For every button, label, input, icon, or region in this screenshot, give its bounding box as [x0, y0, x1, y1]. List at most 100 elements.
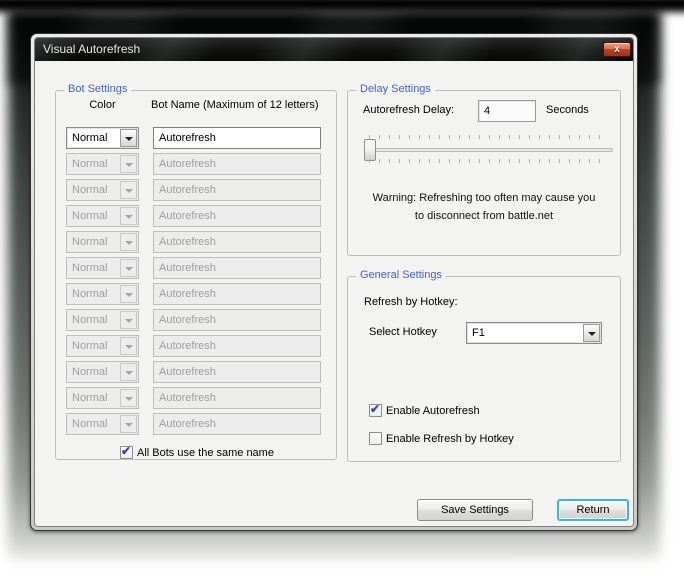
- bot-color-dropdown-button: [120, 285, 137, 303]
- bot-row: Normal: [66, 153, 326, 175]
- chevron-down-icon: [125, 371, 133, 375]
- enable-refresh-hotkey-checkbox[interactable]: ✔: [369, 432, 382, 445]
- all-bots-same-name-label: All Bots use the same name: [137, 447, 274, 459]
- bot-color-value: Normal: [72, 418, 108, 430]
- hotkey-value: F1: [472, 327, 485, 339]
- bot-rows: Normal Normal Normal: [66, 127, 326, 439]
- close-button[interactable]: x: [603, 42, 631, 57]
- screen: Visual Autorefresh x Bot Settings Color …: [0, 0, 684, 575]
- warning-text-line2: to disconnect from battle.net: [414, 210, 554, 222]
- bot-row: Normal: [66, 127, 326, 149]
- bot-color-value: Normal: [72, 262, 108, 274]
- general-settings-group: General Settings Refresh by Hotkey: Sele…: [347, 269, 621, 462]
- bot-color-value: Normal: [72, 184, 108, 196]
- bot-color-select: Normal: [66, 257, 139, 279]
- bot-color-value: Normal: [72, 236, 108, 248]
- dialog-client-area: Bot Settings Color Bot Name (Maximum of …: [35, 61, 633, 526]
- select-hotkey-label: Select Hotkey: [369, 326, 437, 338]
- bot-row: Normal: [66, 179, 326, 201]
- chevron-down-icon: [125, 215, 133, 219]
- bot-color-dropdown-button: [120, 181, 137, 199]
- bot-color-select: Normal: [66, 205, 139, 227]
- bot-row: Normal: [66, 231, 326, 253]
- bot-color-select: Normal: [66, 309, 139, 331]
- bot-color-dropdown-button: [120, 337, 137, 355]
- bot-color-dropdown-button: [120, 389, 137, 407]
- chevron-down-icon: [125, 137, 133, 141]
- bot-name-input: [153, 231, 321, 253]
- bot-color-value: Normal: [72, 210, 108, 222]
- background-top-band: [0, 0, 684, 12]
- delay-settings-legend: Delay Settings: [356, 83, 435, 95]
- window-title: Visual Autorefresh: [43, 42, 141, 56]
- bot-color-dropdown-button: [120, 363, 137, 381]
- warning-text-line1: Warning: Refreshing too often may cause …: [372, 192, 596, 204]
- hotkey-select[interactable]: F1: [466, 322, 602, 344]
- enable-autorefresh-label: Enable Autorefresh: [386, 405, 480, 417]
- bot-name-input[interactable]: [153, 127, 321, 149]
- bot-color-value: Normal: [72, 392, 108, 404]
- bot-color-dropdown-button: [120, 415, 137, 433]
- bot-color-select: Normal: [66, 335, 139, 357]
- slider-track[interactable]: [368, 148, 613, 152]
- bot-settings-group: Bot Settings Color Bot Name (Maximum of …: [55, 83, 337, 460]
- bot-name-input: [153, 413, 321, 435]
- bot-color-value: Normal: [72, 366, 108, 378]
- bot-name-input: [153, 309, 321, 331]
- hotkey-dropdown-button[interactable]: [583, 324, 600, 342]
- bot-color-select: Normal: [66, 387, 139, 409]
- bot-color-value: Normal: [72, 288, 108, 300]
- delay-value-input[interactable]: [478, 100, 536, 122]
- bot-name-input: [153, 257, 321, 279]
- chevron-down-icon: [125, 345, 133, 349]
- close-icon: x: [614, 44, 620, 55]
- bot-color-dropdown-button: [120, 207, 137, 225]
- bot-color-select[interactable]: Normal: [66, 127, 139, 149]
- bot-row: Normal: [66, 361, 326, 383]
- bot-color-value: Normal: [72, 158, 108, 170]
- delay-slider[interactable]: [361, 133, 613, 167]
- general-settings-legend: General Settings: [356, 269, 446, 281]
- title-bar[interactable]: Visual Autorefresh x: [35, 38, 633, 61]
- bot-color-dropdown-button: [120, 259, 137, 277]
- chevron-down-icon: [125, 267, 133, 271]
- bot-color-dropdown-button[interactable]: [120, 129, 137, 147]
- bot-color-dropdown-button: [120, 233, 137, 251]
- bot-row: Normal: [66, 205, 326, 227]
- bot-row: Normal: [66, 335, 326, 357]
- return-button[interactable]: Return: [557, 499, 629, 521]
- save-settings-button[interactable]: Save Settings: [417, 499, 533, 521]
- enable-autorefresh-checkbox[interactable]: ✔: [369, 402, 382, 417]
- bot-row: Normal: [66, 283, 326, 305]
- slider-thumb[interactable]: [364, 139, 376, 161]
- bot-color-select: Normal: [66, 361, 139, 383]
- bot-name-input: [153, 361, 321, 383]
- bot-color-select: Normal: [66, 413, 139, 435]
- check-icon: ✔: [121, 444, 132, 458]
- bot-name-input: [153, 179, 321, 201]
- bot-name-input: [153, 205, 321, 227]
- delay-settings-group: Delay Settings Autorefresh Delay: Second…: [347, 83, 621, 256]
- slider-ticks-top: [369, 135, 609, 139]
- bot-name-input: [153, 283, 321, 305]
- bot-color-value: Normal: [72, 314, 108, 326]
- bot-color-select: Normal: [66, 179, 139, 201]
- bot-name-column-header: Bot Name (Maximum of 12 letters): [151, 99, 319, 111]
- color-column-header: Color: [89, 99, 116, 111]
- bot-color-select: Normal: [66, 153, 139, 175]
- all-bots-same-name-checkbox[interactable]: ✔: [120, 444, 133, 459]
- bot-row: Normal: [66, 387, 326, 409]
- visual-autorefresh-window: Visual Autorefresh x Bot Settings Color …: [30, 33, 638, 531]
- chevron-down-icon: [125, 319, 133, 323]
- chevron-down-icon: [125, 163, 133, 167]
- bot-color-dropdown-button: [120, 155, 137, 173]
- bot-color-value: Normal: [72, 132, 108, 144]
- chevron-down-icon: [125, 293, 133, 297]
- chevron-down-icon: [125, 241, 133, 245]
- bot-row: Normal: [66, 413, 326, 435]
- autorefresh-delay-label: Autorefresh Delay:: [363, 104, 455, 116]
- slider-ticks-bottom: [369, 159, 609, 163]
- check-icon: ✔: [370, 402, 381, 416]
- bot-name-input: [153, 335, 321, 357]
- chevron-down-icon: [125, 189, 133, 193]
